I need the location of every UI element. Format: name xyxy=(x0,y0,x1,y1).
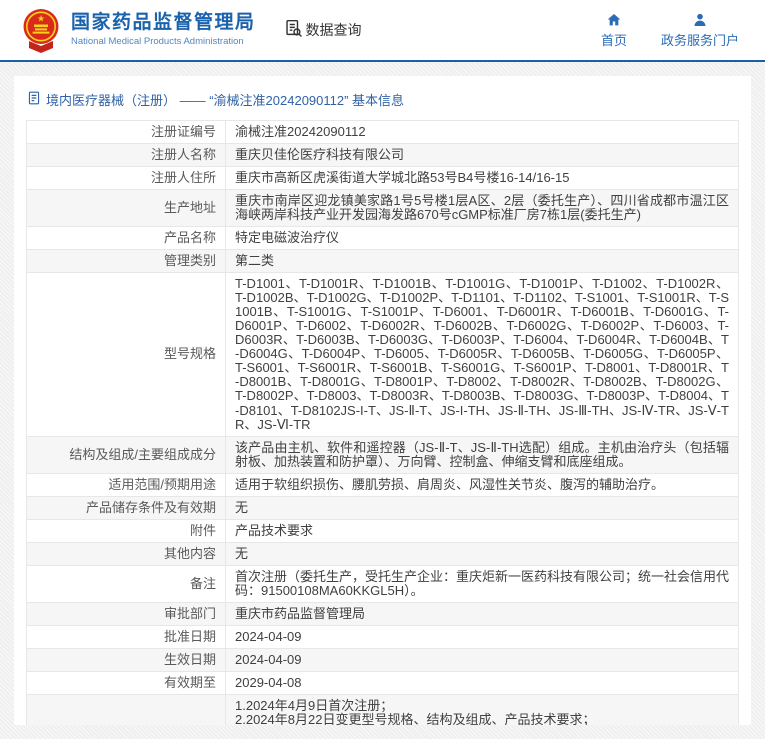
table-row: 管理类别 第二类 xyxy=(26,249,739,274)
table-row: 注册人住所 重庆市高新区虎溪街道大学城北路53号B4号楼16-14/16-15 xyxy=(26,166,739,191)
info-table: 注册证编号 渝械注准20242090112 注册人名称 重庆贝佳伦医疗科技有限公司 注册… xyxy=(26,119,739,725)
table-row: 审批部门 重庆市药品监督管理局 xyxy=(26,601,739,626)
table-row: 注册人名称 重庆贝佳伦医疗科技有限公司 xyxy=(26,143,739,168)
row-label xyxy=(26,693,226,725)
breadcrumb: 境内医疗器械（注册） —— “渝械注准20242090112” 基本信息 xyxy=(26,84,739,120)
row-value: 重庆市南岸区迎龙镇美家路1号5号楼1层A区、2层（委托生产）、四川省成都市温江区… xyxy=(225,189,739,228)
row-value: 重庆市高新区虎溪街道大学城北路53号B4号楼16-14/16-15 xyxy=(225,166,739,191)
nav-portal[interactable]: 政务服务门户 xyxy=(661,12,739,49)
agency-title-cn: 国家药品监督管理局 xyxy=(71,12,256,34)
site-header: ★ 国家药品监督管理局 National Medical Products Ad… xyxy=(0,0,765,62)
row-value: 首次注册（委托生产，受托生产企业：重庆炬新一医药科技有限公司；统一社会信用代码：… xyxy=(225,564,739,603)
row-label: 产品储存条件及有效期 xyxy=(26,495,226,520)
table-row: 有效期至 2029-04-08 xyxy=(26,670,739,695)
row-value: 无 xyxy=(225,495,739,520)
row-label: 注册人名称 xyxy=(26,143,226,168)
row-value: 重庆市药品监督管理局 xyxy=(225,601,739,626)
table-row: 附件 产品技术要求 xyxy=(26,518,739,543)
row-label: 注册人住所 xyxy=(26,166,226,191)
row-value: 无 xyxy=(225,541,739,566)
row-value: 2024-04-09 xyxy=(225,624,739,649)
row-label: 型号规格 xyxy=(26,272,226,437)
table-row: 备注 首次注册（委托生产，受托生产企业：重庆炬新一医药科技有限公司；统一社会信用代… xyxy=(26,564,739,603)
row-label: 注册证编号 xyxy=(26,119,226,145)
row-label: 批准日期 xyxy=(26,624,226,649)
table-row: 其他内容无 xyxy=(26,541,739,566)
page-body: 境内医疗器械（注册） —— “渝械注准20242090112” 基本信息 注册证… xyxy=(0,62,765,739)
nav-portal-label: 政务服务门户 xyxy=(660,32,739,48)
agency-logo-group: ★ 国家药品监督管理局 National Medical Products Ad… xyxy=(20,7,256,53)
row-value: 第二类 xyxy=(225,249,739,274)
row-value: 渝械注准20242090112 xyxy=(225,119,739,145)
row-label: 审批部门 xyxy=(26,601,226,626)
agency-titles: 国家药品监督管理局 National Medical Products Admi… xyxy=(71,12,256,47)
row-label: 管理类别 xyxy=(26,249,226,274)
row-label: 生效日期 xyxy=(26,647,226,672)
data-query-link[interactable]: 数据查询 xyxy=(284,19,362,41)
info-table-body: 注册证编号 渝械注准20242090112 注册人名称 重庆贝佳伦医疗科技有限公司 注册… xyxy=(26,119,739,725)
row-label: 生产地址 xyxy=(26,189,226,228)
home-icon xyxy=(606,12,622,28)
table-row: 生产地址 重庆市南岸区迎龙镇美家路1号5号楼1层A区、2层（委托生产）、四川省成都… xyxy=(26,189,739,228)
row-value: 1.2024年4月9日首次注册； 2.2024年8月22日变更型号规格、结构及组… xyxy=(225,693,739,725)
row-value: T-D1001、T-D1001R、T-D1001B、T-D1001G、T-D10… xyxy=(225,272,739,437)
row-value: 2029-04-08 xyxy=(225,670,739,695)
document-icon xyxy=(27,91,41,108)
document-search-icon xyxy=(284,19,303,41)
row-label: 其他内容 xyxy=(26,541,226,566)
row-label: 产品名称 xyxy=(26,226,226,251)
row-value: 产品技术要求 xyxy=(225,518,739,543)
header-nav: 首页 政务服务门户 xyxy=(601,12,749,49)
table-row: 生效日期 2024-04-09 xyxy=(26,647,739,672)
user-icon xyxy=(692,12,708,28)
nav-home[interactable]: 首页 xyxy=(601,12,627,49)
row-label: 附件 xyxy=(26,518,226,543)
row-value: 2024-04-09 xyxy=(225,647,739,672)
table-row: 批准日期 2024-04-09 xyxy=(26,624,739,649)
svg-text:★: ★ xyxy=(37,14,45,24)
row-value: 重庆贝佳伦医疗科技有限公司 xyxy=(225,143,739,168)
table-row: 注册证编号 渝械注准20242090112 xyxy=(26,119,739,145)
table-row: 1.2024年4月9日首次注册； 2.2024年8月22日变更型号规格、结构及组… xyxy=(26,693,739,725)
content-box: 境内医疗器械（注册） —— “渝械注准20242090112” 基本信息 注册证… xyxy=(14,76,751,725)
table-row: 产品储存条件及有效期无 xyxy=(26,495,739,520)
breadcrumb-text: 境内医疗器械（注册） —— “渝械注准20242090112” 基本信息 xyxy=(46,93,405,108)
data-query-label: 数据查询 xyxy=(305,22,362,38)
row-value: 特定电磁波治疗仪 xyxy=(225,226,739,251)
table-row: 型号规格 T-D1001、T-D1001R、T-D1001B、T-D1001G、T… xyxy=(26,272,739,437)
agency-title-en: National Medical Products Administration xyxy=(71,35,244,47)
row-label: 结构及组成/主要组成成分 xyxy=(26,435,226,474)
row-label: 有效期至 xyxy=(26,670,226,695)
national-emblem-icon: ★ xyxy=(20,7,62,53)
row-label: 适用范围/预期用途 xyxy=(26,472,226,497)
row-value: 该产品由主机、软件和遥控器（JS-Ⅱ-T、JS-Ⅱ-TH选配）组成。主机由治疗头… xyxy=(225,435,739,474)
table-row: 适用范围/预期用途 适用于软组织损伤、腰肌劳损、肩周炎、风湿性关节炎、腹泻的辅助治… xyxy=(26,472,739,497)
nav-home-label: 首页 xyxy=(600,32,627,48)
row-label: 备注 xyxy=(26,564,226,603)
row-value: 适用于软组织损伤、腰肌劳损、肩周炎、风湿性关节炎、腹泻的辅助治疗。 xyxy=(225,472,739,497)
table-row: 产品名称 特定电磁波治疗仪 xyxy=(26,226,739,251)
table-row: 结构及组成/主要组成成分 该产品由主机、软件和遥控器（JS-Ⅱ-T、JS-Ⅱ-TH… xyxy=(26,435,739,474)
